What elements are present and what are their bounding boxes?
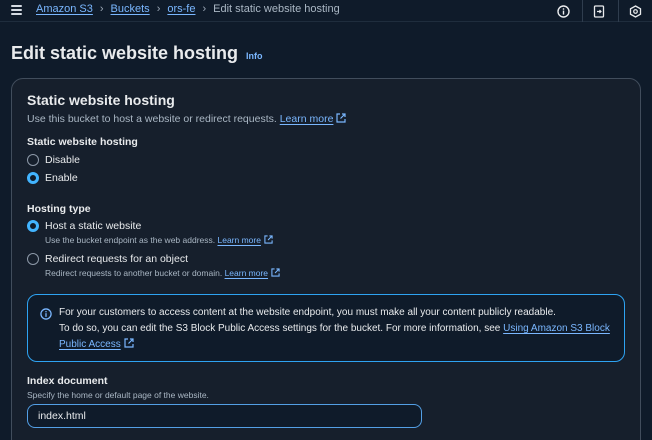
breadcrumb: Amazon S3 › Buckets › ors-fe › Edit stat… xyxy=(36,3,340,15)
hosting-type-label: Hosting type xyxy=(27,203,91,215)
info-alert: For your customers to access content at … xyxy=(27,294,625,362)
radio-button[interactable] xyxy=(27,253,39,265)
radio-button-selected[interactable] xyxy=(27,172,39,184)
chevron-right-icon: › xyxy=(99,3,104,15)
settings-hexagon-icon[interactable] xyxy=(628,4,642,18)
panel-title: Static website hosting xyxy=(27,92,175,108)
learn-more-link[interactable]: Learn more xyxy=(280,113,347,125)
radio-redirect-description: Redirect requests to another bucket or d… xyxy=(45,268,280,278)
external-link-icon xyxy=(271,268,280,277)
index-document-description: Specify the home or default page of the … xyxy=(27,390,209,400)
panel-description-text: Use this bucket to host a website or red… xyxy=(27,113,277,125)
info-link[interactable]: Info xyxy=(246,51,263,61)
radio-host-static-description: Use the bucket endpoint as the web addre… xyxy=(45,235,273,245)
radio-redirect-requests[interactable]: Redirect requests for an object xyxy=(27,253,188,265)
static-website-hosting-panel: Static website hosting Use this bucket t… xyxy=(11,78,641,440)
top-navigation-bar: Amazon S3 › Buckets › ors-fe › Edit stat… xyxy=(0,0,652,22)
chevron-right-icon: › xyxy=(202,3,207,15)
info-circle-icon xyxy=(40,307,52,325)
radio-button[interactable] xyxy=(27,154,39,166)
radio-disable-label: Disable xyxy=(45,154,81,166)
radio-enable-label: Enable xyxy=(45,172,78,184)
breadcrumb-buckets[interactable]: Buckets xyxy=(111,3,150,15)
radio-disable[interactable]: Disable xyxy=(27,154,80,166)
radio-enable[interactable]: Enable xyxy=(27,172,78,184)
external-link-icon xyxy=(124,338,134,348)
radio-redirect-label: Redirect requests for an object xyxy=(45,253,188,265)
page-title: Edit static website hosting xyxy=(11,43,239,63)
chevron-right-icon: › xyxy=(156,3,161,15)
breadcrumb-bucket-name[interactable]: ors-fe xyxy=(167,3,195,15)
index-document-label: Index document xyxy=(27,375,108,387)
radio-button-selected[interactable] xyxy=(27,220,39,232)
hamburger-menu-icon[interactable] xyxy=(11,5,22,15)
index-document-input[interactable] xyxy=(27,404,422,428)
external-link-icon xyxy=(336,113,347,123)
radio-host-static-label: Host a static website xyxy=(45,220,142,232)
hosting-label: Static website hosting xyxy=(27,136,138,148)
external-link-icon xyxy=(264,235,273,244)
breadcrumb-amazon-s3[interactable]: Amazon S3 xyxy=(36,3,93,15)
learn-more-link[interactable]: Learn more xyxy=(225,268,280,278)
learn-more-link[interactable]: Learn more xyxy=(217,235,273,245)
exit-panel-icon[interactable] xyxy=(592,4,606,18)
alert-text: For your customers to access content at … xyxy=(59,307,610,350)
toolbar-divider xyxy=(618,0,619,22)
toolbar-divider xyxy=(582,0,583,22)
info-circle-icon[interactable] xyxy=(556,4,570,18)
radio-host-static-website[interactable]: Host a static website xyxy=(27,220,141,232)
breadcrumb-current: Edit static website hosting xyxy=(213,3,340,15)
panel-description: Use this bucket to host a website or red… xyxy=(27,113,347,125)
